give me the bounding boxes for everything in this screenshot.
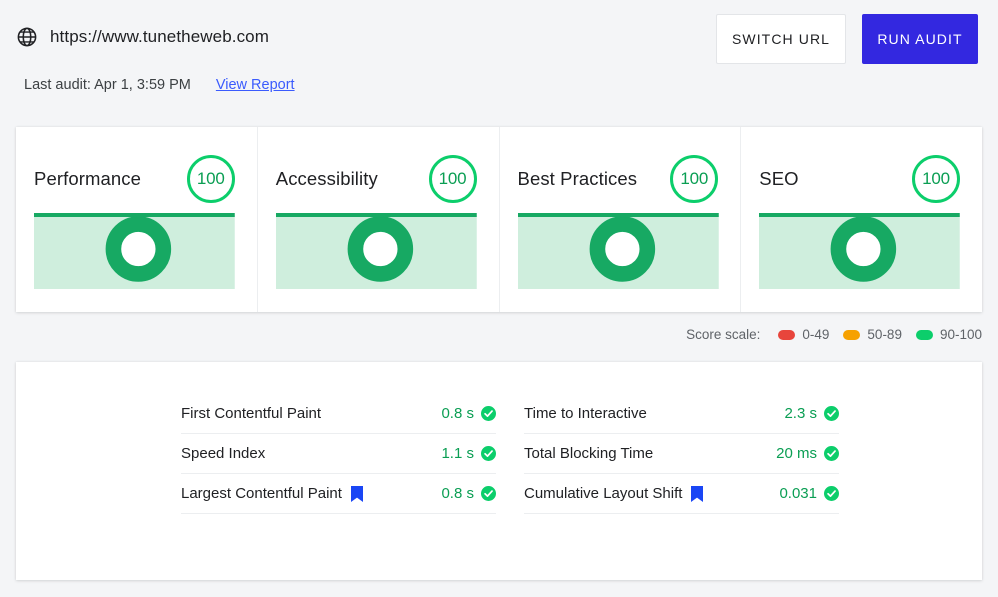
metric-value: 0.031 <box>779 485 817 502</box>
metric-label: First Contentful Paint <box>181 405 321 422</box>
lighthouse-audit-page: https://www.tunetheweb.com Last audit: A… <box>0 0 998 597</box>
metric-value: 0.8 s <box>441 405 474 422</box>
metric-right: 0.8 s <box>441 405 496 422</box>
metric-right: 0.8 s <box>441 485 496 502</box>
legend-swatch-green <box>915 329 933 340</box>
score-gauge: 100 <box>186 155 235 203</box>
pass-check-icon <box>481 486 496 501</box>
card-head: Best Practices 100 <box>518 155 719 203</box>
core-web-vital-bookmark-icon <box>350 485 363 502</box>
score-sparkline <box>275 211 477 289</box>
metric-right: 0.031 <box>779 485 839 502</box>
score-value: 100 <box>680 169 709 188</box>
card-head: Performance 100 <box>34 155 235 203</box>
score-card-title: Best Practices <box>517 168 638 189</box>
metric-label: Total Blocking Time <box>524 445 653 462</box>
score-scale-legend: Score scale: 0-49 50-89 90-100 <box>686 327 982 342</box>
metric-name-text: Speed Index <box>181 445 266 462</box>
metrics-column-left: First Contentful Paint 0.8 s Speed Index <box>181 394 496 514</box>
header-actions: SWITCH URL RUN AUDIT <box>716 14 978 64</box>
score-gauge: 100 <box>912 155 960 203</box>
score-card-performance[interactable]: Performance 100 <box>16 127 257 312</box>
metric-name-text: Time to Interactive <box>524 405 647 422</box>
metric-row: Time to Interactive 2.3 s <box>524 394 839 434</box>
metric-name-text: Largest Contentful Paint <box>181 485 342 502</box>
metric-name-text: Total Blocking Time <box>524 445 654 462</box>
sparkline-end-dot <box>830 216 897 282</box>
metric-name-text: First Contentful Paint <box>181 405 322 422</box>
core-web-vital-bookmark-icon <box>691 485 704 502</box>
metric-right: 2.3 s <box>784 405 839 422</box>
metric-label: Largest Contentful Paint <box>181 485 363 502</box>
metric-row: Speed Index 1.1 s <box>181 434 496 474</box>
score-sparkline <box>34 211 235 289</box>
run-audit-button[interactable]: RUN AUDIT <box>862 14 978 64</box>
sparkline-end-dot <box>589 216 655 282</box>
score-sparkline <box>759 211 960 289</box>
metric-value: 1.1 s <box>441 445 474 462</box>
metric-label: Time to Interactive <box>524 405 647 422</box>
switch-url-button[interactable]: SWITCH URL <box>716 14 846 64</box>
sparkline-end-dot <box>347 216 413 282</box>
score-gauge: 100 <box>428 155 477 203</box>
score-cards-panel: Performance 100 Accessibility 100 Best P… <box>16 127 982 312</box>
score-sparkline <box>517 211 719 289</box>
score-gauge: 100 <box>670 155 719 203</box>
legend-swatch-red <box>778 329 796 340</box>
legend-range-good: 90-100 <box>939 327 982 342</box>
metrics-column-right: Time to Interactive 2.3 s Total Blocking… <box>524 394 839 514</box>
metric-value: 20 ms <box>776 445 817 462</box>
legend-item-poor: 0-49 <box>778 327 829 342</box>
metric-row: First Contentful Paint 0.8 s <box>181 394 496 434</box>
score-value: 100 <box>438 169 467 188</box>
score-card-accessibility[interactable]: Accessibility 100 <box>256 127 499 312</box>
metric-label: Speed Index <box>181 445 265 462</box>
metric-right: 1.1 s <box>441 445 496 462</box>
metrics-panel: First Contentful Paint 0.8 s Speed Index <box>16 362 982 580</box>
metric-label: Cumulative Layout Shift <box>524 485 704 502</box>
page-header: https://www.tunetheweb.com Last audit: A… <box>0 0 998 108</box>
last-audit-timestamp: Last audit: Apr 1, 3:59 PM <box>24 77 191 93</box>
score-card-best-practices[interactable]: Best Practices 100 <box>498 127 741 312</box>
metric-right: 20 ms <box>776 445 839 462</box>
pass-check-icon <box>481 406 496 421</box>
score-value: 100 <box>922 169 950 188</box>
globe-icon <box>17 27 37 47</box>
sparkline-end-dot <box>105 216 172 282</box>
pass-check-icon <box>824 446 839 461</box>
legend-label: Score scale: <box>686 327 761 342</box>
metric-row: Cumulative Layout Shift 0.031 <box>524 474 839 514</box>
view-report-link[interactable]: View Report <box>216 77 295 93</box>
metric-row: Total Blocking Time 20 ms <box>524 434 839 474</box>
metric-name-text: Cumulative Layout Shift <box>524 485 683 502</box>
card-head: Accessibility 100 <box>276 155 477 203</box>
legend-item-average: 50-89 <box>843 327 902 342</box>
score-card-title: Accessibility <box>275 168 378 189</box>
metric-value: 2.3 s <box>784 405 817 422</box>
score-card-title: Performance <box>34 168 142 189</box>
legend-item-good: 90-100 <box>915 327 982 342</box>
audited-url: https://www.tunetheweb.com <box>50 27 269 46</box>
metric-row: Largest Contentful Paint 0.8 s <box>181 474 496 514</box>
url-row: https://www.tunetheweb.com <box>16 26 269 48</box>
pass-check-icon <box>824 406 839 421</box>
metrics-grid: First Contentful Paint 0.8 s Speed Index <box>181 394 839 514</box>
audit-meta-row: Last audit: Apr 1, 3:59 PM View Report <box>24 77 295 93</box>
score-card-seo[interactable]: SEO 100 <box>740 127 982 312</box>
metric-value: 0.8 s <box>441 485 474 502</box>
legend-range-average: 50-89 <box>867 327 902 342</box>
pass-check-icon <box>481 446 496 461</box>
pass-check-icon <box>824 486 839 501</box>
card-head: SEO 100 <box>759 155 960 203</box>
legend-swatch-orange <box>843 329 861 340</box>
score-card-title: SEO <box>759 168 799 189</box>
score-value: 100 <box>196 169 225 188</box>
legend-range-poor: 0-49 <box>802 327 830 342</box>
